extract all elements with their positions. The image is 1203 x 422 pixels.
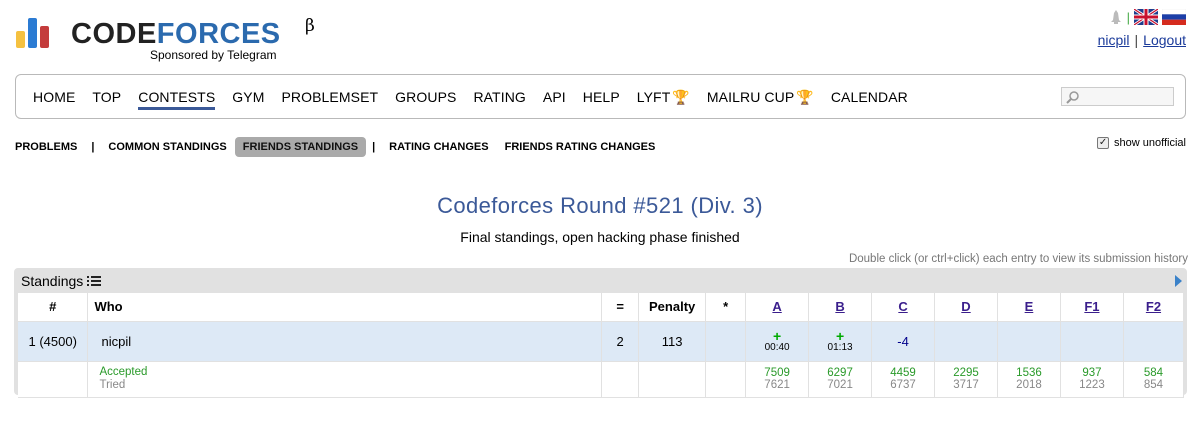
col-problem-d[interactable]: D <box>934 293 998 322</box>
solved-cell: 2 <box>601 321 640 362</box>
col-problem-f1[interactable]: F1 <box>1060 293 1124 322</box>
subnav-friends-standings[interactable]: FRIENDS STANDINGS <box>234 137 367 157</box>
standings-header: Standings <box>15 269 1186 293</box>
user-separator: | <box>1134 32 1139 48</box>
standings-box: Standings # Who = Penalty * A B C D E F1… <box>14 268 1187 398</box>
table-row[interactable]: 1 (4500) nicpil 2 113 +00:40 +01:13 -4 <box>18 321 1185 362</box>
lang-separator: | <box>1126 9 1130 25</box>
contest-subnav: PROBLEMS | COMMON STANDINGS FRIENDS STAN… <box>15 137 663 157</box>
summary-labels: Accepted Tried <box>87 361 603 398</box>
menu-problemset[interactable]: PROBLEMSET <box>281 89 378 110</box>
summary-cell: 7509 7621 <box>745 361 810 398</box>
problem-cell[interactable]: -4 <box>871 321 936 362</box>
col-penalty: Penalty <box>638 293 707 322</box>
subnav-separator: | <box>91 141 95 153</box>
contest-title[interactable]: Codeforces Round #521 (Div. 3) <box>0 193 1200 219</box>
contest-status: Final standings, open hacking phase fini… <box>460 229 740 245</box>
menu-lyft[interactable]: LYFT 🏆 <box>637 89 690 110</box>
summary-cell: 4459 6737 <box>871 361 936 398</box>
standings-table: # Who = Penalty * A B C D E F1 F2 1 (450… <box>18 293 1185 398</box>
problem-cell <box>997 321 1061 362</box>
summary-cell: 937 1223 <box>1060 361 1124 398</box>
header-icons: | <box>1109 9 1186 25</box>
trophy-icon: 🏆 <box>672 89 690 105</box>
main-menu: HOME TOP CONTESTS GYM PROBLEMSET GROUPS … <box>15 74 1186 119</box>
table-header-row: # Who = Penalty * A B C D E F1 F2 <box>18 293 1185 322</box>
col-solved: = <box>601 293 640 322</box>
bell-icon[interactable] <box>1109 9 1123 25</box>
subnav-rating-changes[interactable]: RATING CHANGES <box>381 138 496 156</box>
handle-cell[interactable]: nicpil <box>87 321 603 362</box>
logo-wordmark: CODEFORCES <box>71 18 281 50</box>
subnav-separator: | <box>372 141 376 153</box>
menu-home[interactable]: HOME <box>33 89 75 110</box>
user-links: nicpil | Logout <box>1098 32 1186 48</box>
summary-row: Accepted Tried 7509 7621 6297 7021 4459 673… <box>18 361 1185 398</box>
menu-contests[interactable]: CONTESTS <box>138 89 216 110</box>
col-problem-a[interactable]: A <box>745 293 810 322</box>
standings-hint: Double click (or ctrl+click) each entry … <box>848 253 1188 265</box>
col-problem-c[interactable]: C <box>871 293 936 322</box>
search-icon <box>1066 91 1079 104</box>
show-unofficial-toggle[interactable]: ✓ show unofficial <box>1097 137 1186 149</box>
subnav-problems[interactable]: PROBLEMS <box>15 138 85 156</box>
penalty-cell: 113 <box>638 321 707 362</box>
summary-cell: 1536 2018 <box>997 361 1061 398</box>
subnav-friends-rating-changes[interactable]: FRIENDS RATING CHANGES <box>497 138 664 156</box>
logo-bars-icon <box>16 16 62 48</box>
menu-api[interactable]: API <box>543 89 566 110</box>
col-problem-b[interactable]: B <box>808 293 873 322</box>
russian-flag-icon[interactable] <box>1162 9 1186 25</box>
trophy-icon: 🏆 <box>796 89 814 105</box>
menu-help[interactable]: HELP <box>583 89 620 110</box>
list-icon <box>87 276 102 286</box>
subnav-common-standings[interactable]: COMMON STANDINGS <box>100 138 234 156</box>
search-input[interactable] <box>1061 87 1174 106</box>
summary-cell: 584 854 <box>1123 361 1185 398</box>
expand-arrow-icon[interactable] <box>1175 275 1182 287</box>
col-hacks: * <box>705 293 747 322</box>
logo-beta: β <box>305 16 315 36</box>
col-problem-e[interactable]: E <box>997 293 1061 322</box>
menu-gym[interactable]: GYM <box>232 89 264 110</box>
hacks-cell <box>705 321 747 362</box>
sponsor-text: Sponsored by Telegram <box>150 48 277 62</box>
logout-link[interactable]: Logout <box>1143 32 1186 48</box>
col-rank: # <box>18 293 89 322</box>
standings-title: Standings <box>21 273 102 289</box>
problem-cell <box>1123 321 1185 362</box>
english-flag-icon[interactable] <box>1134 9 1158 25</box>
menu-groups[interactable]: GROUPS <box>395 89 456 110</box>
menu-top[interactable]: TOP <box>92 89 121 110</box>
menu-rating[interactable]: RATING <box>473 89 525 110</box>
summary-cell: 2295 3717 <box>934 361 998 398</box>
problem-cell[interactable]: +00:40 <box>745 321 810 362</box>
show-unofficial-label: show unofficial <box>1114 137 1186 149</box>
summary-cell: 6297 7021 <box>808 361 873 398</box>
col-who: Who <box>87 293 603 322</box>
problem-cell <box>1060 321 1124 362</box>
rank-cell: 1 (4500) <box>18 321 89 362</box>
col-problem-f2[interactable]: F2 <box>1123 293 1185 322</box>
menu-mailru-cup[interactable]: MAILRU CUP 🏆 <box>707 89 814 110</box>
problem-cell <box>934 321 998 362</box>
problem-cell[interactable]: +01:13 <box>808 321 873 362</box>
menu-calendar[interactable]: CALENDAR <box>831 89 908 110</box>
profile-link[interactable]: nicpil <box>1098 32 1130 48</box>
show-unofficial-checkbox[interactable]: ✓ <box>1097 137 1110 149</box>
